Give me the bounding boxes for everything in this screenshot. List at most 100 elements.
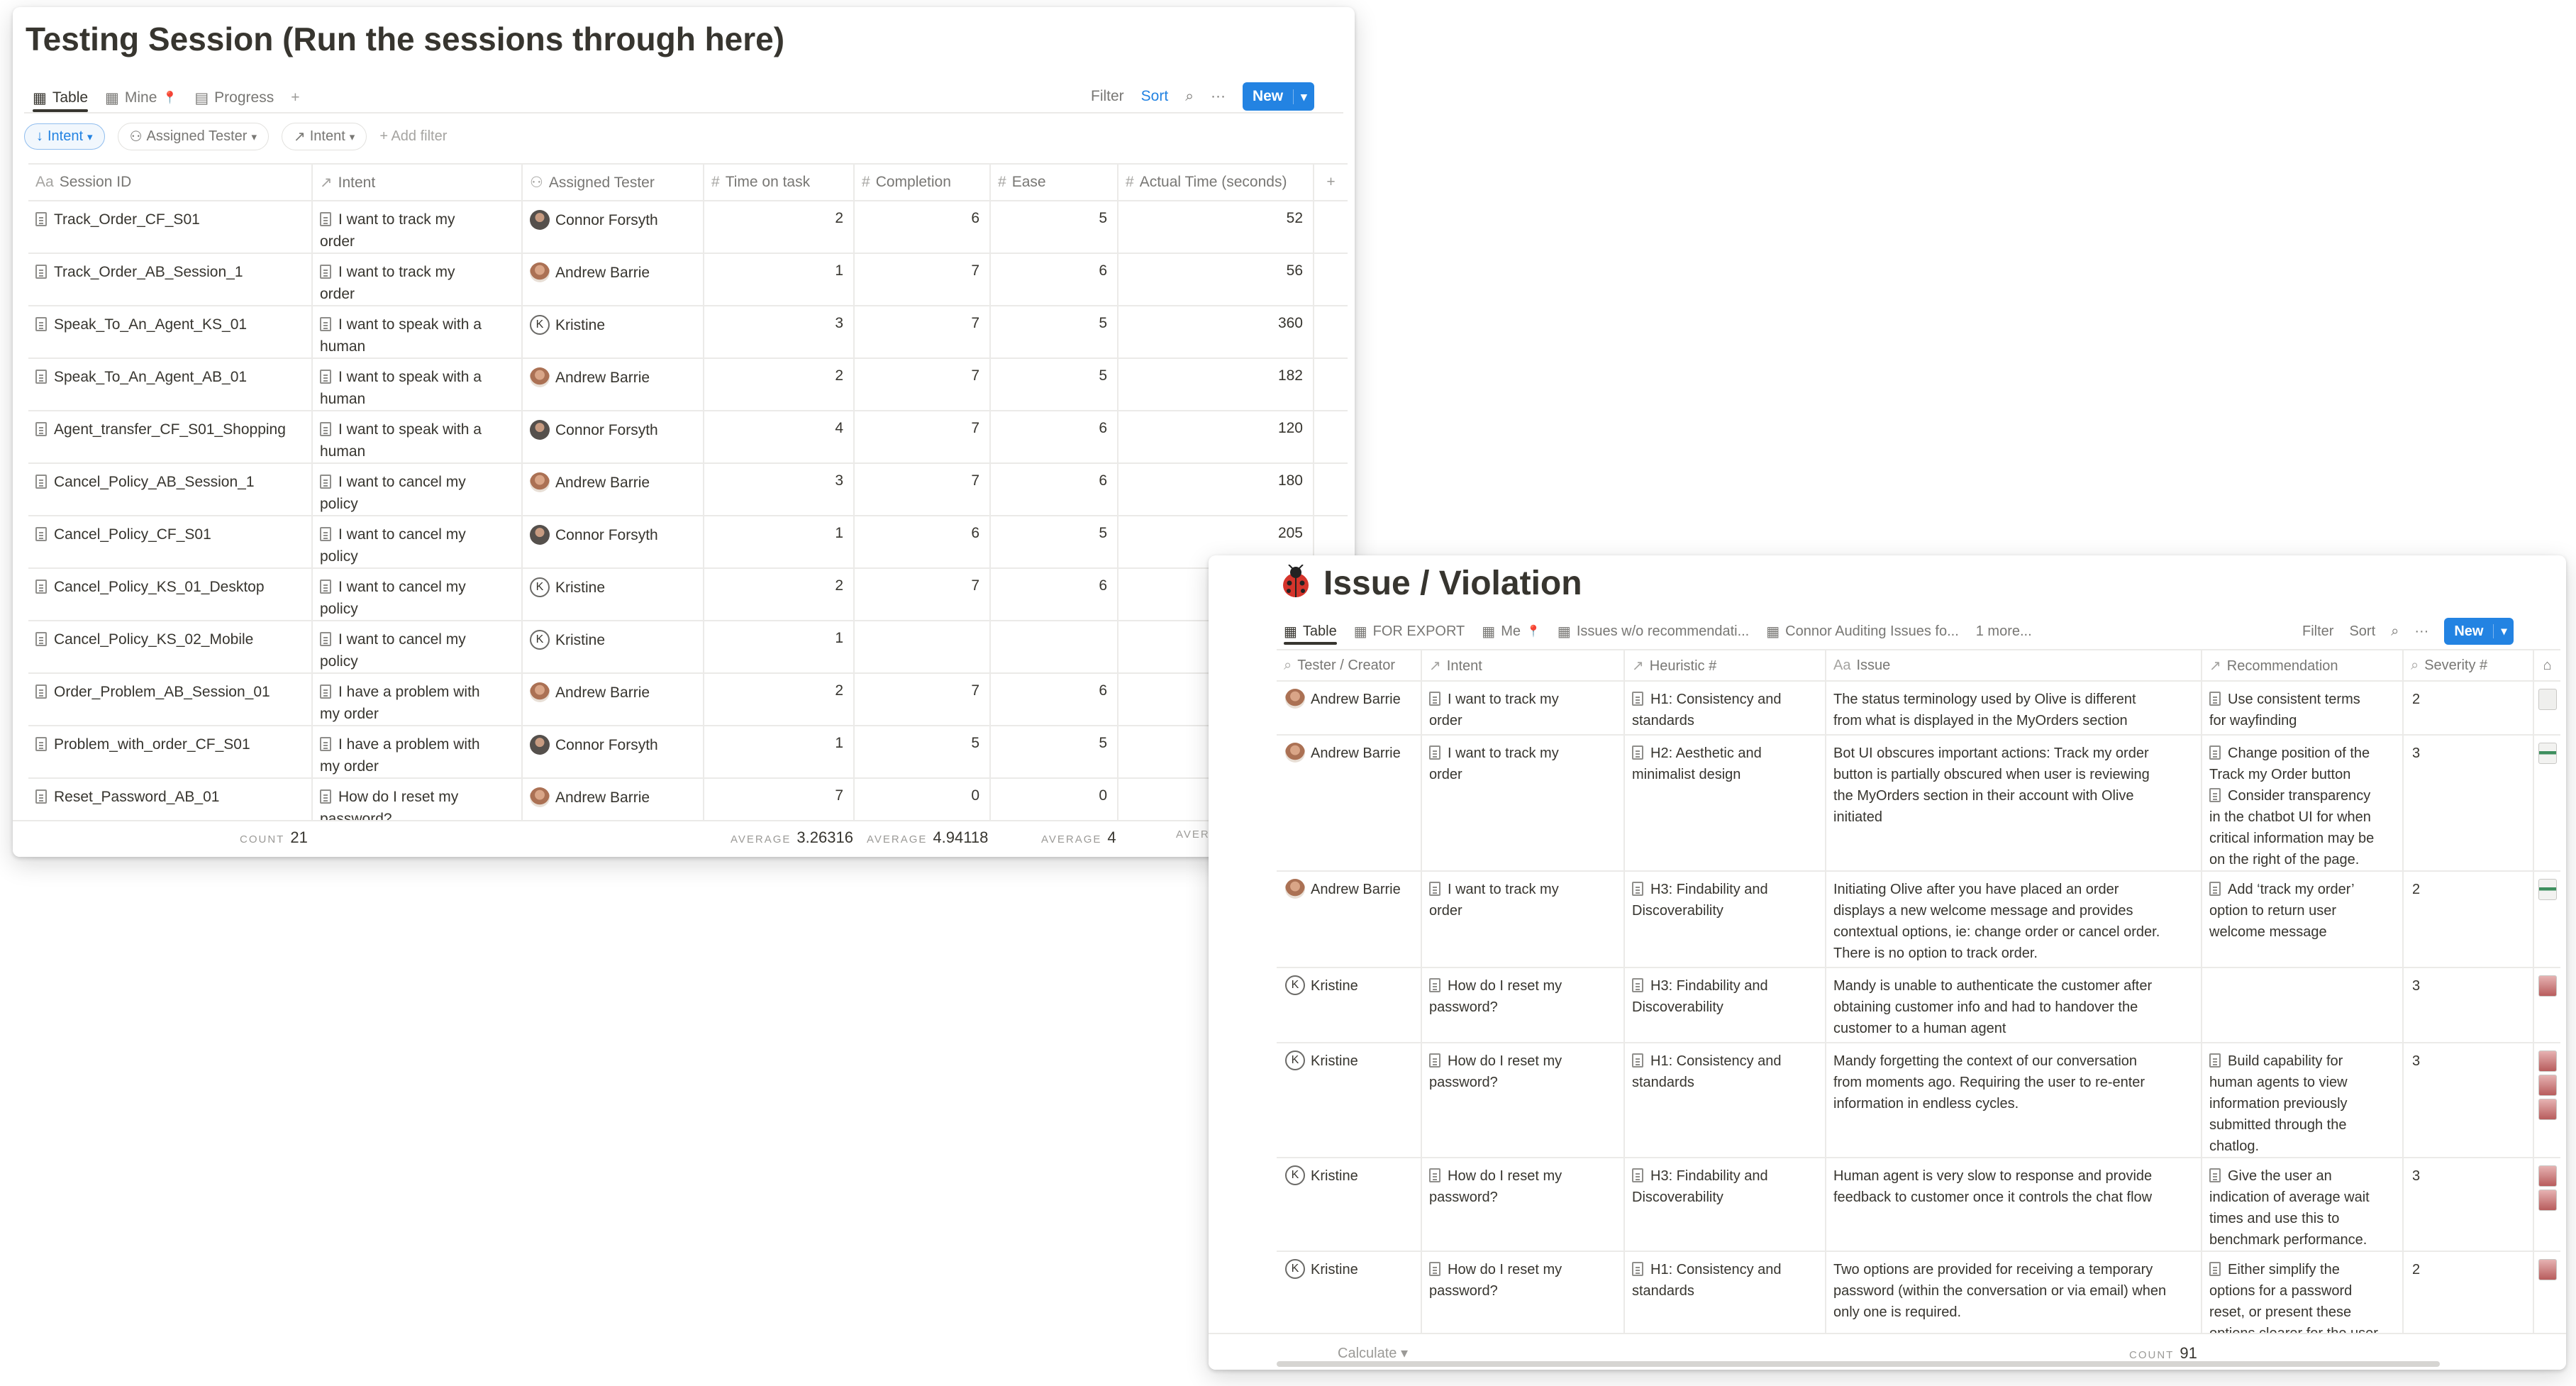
ease-cell[interactable]: 6: [989, 568, 1118, 621]
time-cell[interactable]: 1: [703, 253, 854, 306]
ease-cell[interactable]: 6: [989, 673, 1118, 726]
severity-cell[interactable]: 2: [2402, 1251, 2533, 1346]
column-header[interactable]: ↗ Intent: [311, 163, 522, 201]
column-header[interactable]: # Completion: [853, 163, 990, 201]
assigned-tester-cell[interactable]: Andrew Barrie: [521, 673, 704, 726]
assigned-tester-cell[interactable]: Connor Forsyth: [521, 201, 704, 254]
table-row[interactable]: Cancel_Policy_CF_S01 I want to cancel my p…: [28, 516, 1348, 569]
recommendation-cell[interactable]: Change position of the Track my Order but…: [2201, 735, 2403, 872]
tester-cell[interactable]: K Kristine: [1277, 1158, 1421, 1252]
search-icon[interactable]: ⌕: [1185, 88, 1194, 105]
session-id-cell[interactable]: Track_Order_CF_S01: [28, 201, 312, 254]
column-header[interactable]: ⚇ Assigned Tester: [521, 163, 704, 201]
session-id-cell[interactable]: Speak_To_An_Agent_KS_01: [28, 306, 312, 359]
completion-cell[interactable]: 7: [853, 411, 990, 464]
completion-cell[interactable]: 7: [853, 306, 990, 359]
attachment-thumbnail[interactable]: [2538, 879, 2557, 900]
intent-cell[interactable]: I want to cancel my policy: [311, 568, 522, 621]
severity-cell[interactable]: 2: [2402, 871, 2533, 968]
completion-cell[interactable]: [853, 621, 990, 674]
actual-cell[interactable]: 360: [1117, 306, 1314, 359]
attachment-cell[interactable]: [2533, 1043, 2560, 1158]
ease-cell[interactable]: [989, 621, 1118, 674]
time-cell[interactable]: 2: [703, 673, 854, 726]
attachment-cell[interactable]: [2533, 968, 2560, 1043]
severity-cell[interactable]: 3: [2402, 735, 2533, 872]
column-header[interactable]: Aa Issue: [1825, 649, 2202, 682]
recommendation-cell[interactable]: [2201, 968, 2403, 1043]
recommendation-cell[interactable]: Either simplify the options for a passwor…: [2201, 1251, 2403, 1346]
heuristic-cell[interactable]: H3: Findability and Discoverability: [1623, 871, 1826, 968]
heuristic-cell[interactable]: H1: Consistency and standards: [1623, 681, 1826, 736]
ease-cell[interactable]: 5: [989, 201, 1118, 254]
severity-cell[interactable]: 3: [2402, 1043, 2533, 1158]
session-id-cell[interactable]: Problem_with_order_CF_S01: [28, 726, 312, 779]
intent-cell[interactable]: I have a problem with my order: [311, 673, 522, 726]
time-cell[interactable]: 1: [703, 621, 854, 674]
recommendation-cell[interactable]: Build capability for human agents to view…: [2201, 1043, 2403, 1158]
recommendation-cell[interactable]: Give the user an indication of average wa…: [2201, 1158, 2403, 1252]
issue-cell[interactable]: Bot UI obscures important actions: Track…: [1825, 735, 2202, 872]
time-cell[interactable]: 2: [703, 201, 854, 254]
average-actual-summary[interactable]: AVER: [1176, 828, 1216, 841]
more-views-button[interactable]: 1 more...: [1976, 623, 2032, 640]
column-header[interactable]: # Time on task: [703, 163, 854, 201]
tab-2[interactable]: ▤ Progress: [194, 85, 274, 111]
tab-1[interactable]: ▦ FOR EXPORT: [1354, 619, 1465, 643]
attachment-thumbnail[interactable]: [2538, 689, 2557, 710]
intent-cell[interactable]: I want to speak with a human: [311, 358, 522, 411]
session-id-cell[interactable]: Speak_To_An_Agent_AB_01: [28, 358, 312, 411]
actual-cell[interactable]: 120: [1117, 411, 1314, 464]
heuristic-cell[interactable]: H1: Consistency and standards: [1623, 1251, 1826, 1346]
time-cell[interactable]: 3: [703, 463, 854, 516]
tester-cell[interactable]: Andrew Barrie: [1277, 681, 1421, 736]
table-row[interactable]: K Kristine How do I reset my password? H3: F…: [1277, 1158, 2560, 1252]
calculate-button[interactable]: Calculate ▾: [1338, 1344, 1408, 1362]
completion-cell[interactable]: 7: [853, 673, 990, 726]
severity-cell[interactable]: 3: [2402, 1158, 2533, 1252]
column-header[interactable]: ⌕ Severity #: [2402, 649, 2533, 682]
table-row[interactable]: Track_Order_AB_Session_1 I want to track …: [28, 253, 1348, 306]
table-row[interactable]: Andrew Barrie I want to track my order H3: …: [1277, 871, 2560, 968]
actual-cell[interactable]: 56: [1117, 253, 1314, 306]
recommendation-cell[interactable]: Add ‘track my order’ option to return use…: [2201, 871, 2403, 968]
column-header[interactable]: ↗ Recommendation: [2201, 649, 2403, 682]
assigned-tester-cell[interactable]: Andrew Barrie: [521, 358, 704, 411]
tab-1[interactable]: ▦ Mine 📍: [105, 85, 177, 111]
new-button[interactable]: New ▾: [2444, 618, 2514, 645]
actual-cell[interactable]: 182: [1117, 358, 1314, 411]
table-row[interactable]: Andrew Barrie I want to track my order H1: …: [1277, 681, 2560, 736]
time-cell[interactable]: 1: [703, 516, 854, 569]
assigned-tester-cell[interactable]: K Kristine: [521, 621, 704, 674]
issue-cell[interactable]: Mandy forgetting the context of our conv…: [1825, 1043, 2202, 1158]
intent-cell[interactable]: I have a problem with my order: [311, 726, 522, 779]
new-button[interactable]: New ▾: [1242, 82, 1314, 111]
session-id-cell[interactable]: Track_Order_AB_Session_1: [28, 253, 312, 306]
intent-cell[interactable]: I want to speak with a human: [311, 306, 522, 359]
column-header[interactable]: ↗ Intent: [1421, 649, 1624, 682]
filter-chip-0[interactable]: ↓ Intent ▾: [24, 123, 105, 150]
tab-3[interactable]: ▦ Issues w/o recommendati...: [1558, 619, 1749, 643]
ease-cell[interactable]: 6: [989, 463, 1118, 516]
assigned-tester-cell[interactable]: Connor Forsyth: [521, 726, 704, 779]
intent-cell[interactable]: I want to speak with a human: [311, 411, 522, 464]
assigned-tester-cell[interactable]: K Kristine: [521, 306, 704, 359]
assigned-tester-cell[interactable]: Andrew Barrie: [521, 463, 704, 516]
attachment-thumbnail[interactable]: [2538, 1050, 2557, 1072]
intent-cell[interactable]: I want to cancel my policy: [311, 463, 522, 516]
sort-button[interactable]: Sort: [2349, 623, 2375, 640]
severity-cell[interactable]: 2: [2402, 681, 2533, 736]
attachment-thumbnail[interactable]: [2538, 743, 2557, 764]
time-cell[interactable]: 1: [703, 726, 854, 779]
intent-cell[interactable]: How do I reset my password?: [1421, 968, 1624, 1043]
column-header[interactable]: ⌕ Tester / Creator: [1277, 649, 1421, 682]
table-row[interactable]: K Kristine How do I reset my password? H1: C…: [1277, 1043, 2560, 1158]
attachment-thumbnail[interactable]: [2538, 1075, 2557, 1096]
filter-chip-2[interactable]: ↗ Intent ▾: [281, 123, 367, 150]
chevron-down-icon[interactable]: ▾: [1293, 89, 1314, 104]
attachment-cell[interactable]: [2533, 735, 2560, 872]
attachment-cell[interactable]: [2533, 681, 2560, 736]
column-header[interactable]: Aa Session ID: [28, 163, 312, 201]
attachment-thumbnail[interactable]: [2538, 975, 2557, 997]
intent-cell[interactable]: I want to track my order: [311, 201, 522, 254]
